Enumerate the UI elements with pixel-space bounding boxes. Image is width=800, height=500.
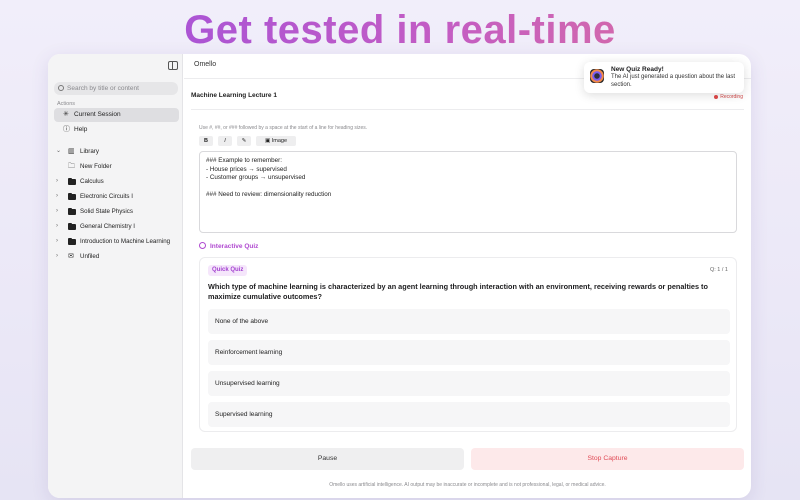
sidebar-item-label: Current Session	[74, 111, 121, 118]
sidebar-item-help[interactable]: ⓘ Help	[54, 123, 179, 137]
quiz-option[interactable]: Supervised learning	[208, 402, 730, 427]
editor-line: ### Need to review: dimensionality reduc…	[206, 191, 332, 199]
quiz-counter: Q: 1 / 1	[709, 267, 728, 273]
actions-label: Actions	[57, 101, 76, 107]
notification-title: New Quiz Ready!	[611, 66, 664, 73]
quiz-heading-label: Interactive Quiz	[210, 243, 259, 250]
highlight-button[interactable]: ✎	[237, 136, 251, 146]
quiz-option[interactable]: Unsupervised learning	[208, 371, 730, 396]
chevron-right-icon: ›	[56, 193, 58, 199]
folder-label: General Chemistry I	[80, 223, 136, 230]
marketing-headline: Get tested in real-time	[0, 8, 800, 53]
folder-icon	[68, 177, 76, 185]
recording-status: Recording	[714, 94, 743, 100]
inbox-icon: ✉	[68, 253, 74, 260]
bold-button[interactable]: B	[199, 136, 213, 146]
quiz-icon	[199, 242, 206, 249]
search-icon	[58, 85, 64, 91]
folder-label: Solid State Physics	[80, 208, 133, 215]
sidebar-toggle-icon[interactable]	[168, 61, 178, 70]
folder-icon	[68, 237, 76, 245]
sidebar-item-current-session[interactable]: ✳ Current Session	[54, 108, 179, 122]
folder-item[interactable]: › Introduction to Machine Learning	[54, 235, 179, 248]
sparkle-icon: ✳	[63, 111, 69, 118]
chevron-right-icon: ›	[56, 208, 58, 214]
help-icon: ⓘ	[63, 126, 70, 133]
sidebar: Search by title or content Actions ✳ Cur…	[48, 54, 183, 498]
document-title: Machine Learning Lecture 1	[191, 92, 277, 99]
app-logo-icon	[590, 69, 604, 83]
image-button-label: Image	[271, 138, 288, 144]
library-toggle[interactable]: ⌄ ▥ Library	[54, 145, 179, 158]
quiz-card: Quick Quiz Q: 1 / 1 Which type of machin…	[199, 257, 737, 432]
formatting-hint: Use #, ##, or ### followed by a space at…	[199, 125, 368, 131]
image-button[interactable]: ▣ Image	[256, 136, 296, 146]
notification-toast[interactable]: New Quiz Ready! The AI just generated a …	[584, 62, 744, 93]
quiz-heading: Interactive Quiz	[199, 242, 258, 250]
folder-label: Calculus	[80, 178, 104, 185]
unfiled-item[interactable]: › ✉ Unfiled	[54, 250, 179, 263]
chevron-right-icon: ›	[56, 223, 58, 229]
new-folder-icon: 🗀	[68, 163, 75, 170]
library-label: Library	[80, 148, 99, 155]
editor-line: - House prices → supervised	[206, 165, 287, 173]
folder-item[interactable]: › Calculus	[54, 175, 179, 188]
pause-button[interactable]: Pause	[191, 448, 464, 470]
chevron-right-icon: ›	[56, 253, 58, 259]
folder-label: Introduction to Machine Learning	[80, 238, 171, 245]
document-divider	[191, 109, 744, 110]
new-folder-label: New Folder	[80, 163, 112, 170]
quiz-badge: Quick Quiz	[208, 265, 248, 276]
notification-body: The AI just generated a question about t…	[611, 74, 736, 88]
unfiled-label: Unfiled	[80, 253, 100, 260]
chevron-right-icon: ›	[56, 178, 58, 184]
folder-label: Electronic Circuits I	[80, 193, 133, 200]
search-placeholder: Search by title or content	[67, 85, 139, 92]
app-window: Search by title or content Actions ✳ Cur…	[48, 54, 751, 498]
app-title: Omello	[194, 61, 217, 68]
editor-line: - Customer groups → unsupervised	[206, 174, 306, 182]
library-icon: ▥	[68, 148, 75, 155]
sidebar-item-label: Help	[74, 126, 88, 133]
italic-button[interactable]: I	[218, 136, 232, 146]
folder-icon	[68, 222, 76, 230]
note-editor[interactable]: ### Example to remember: - House prices …	[199, 151, 737, 233]
search-input[interactable]: Search by title or content	[54, 82, 178, 95]
folder-item[interactable]: › Solid State Physics	[54, 205, 179, 218]
new-folder-button[interactable]: 🗀 New Folder	[54, 160, 179, 173]
folder-item[interactable]: › Electronic Circuits I	[54, 190, 179, 203]
quiz-question: Which type of machine learning is charac…	[208, 282, 708, 301]
folder-icon	[68, 207, 76, 215]
chevron-down-icon: ⌄	[56, 148, 62, 154]
pen-icon: ✎	[241, 138, 247, 144]
quiz-option[interactable]: Reinforcement learning	[208, 340, 730, 365]
folder-icon	[68, 192, 76, 200]
editor-line: ### Example to remember:	[206, 157, 282, 164]
folder-item[interactable]: › General Chemistry I	[54, 220, 179, 233]
image-icon: ▣	[264, 138, 272, 144]
quiz-option[interactable]: None of the above	[208, 309, 730, 334]
main-panel: Omello Machine Learning Lecture 1 Record…	[184, 54, 751, 498]
ai-disclaimer: Omello uses artificial intelligence. AI …	[329, 482, 606, 488]
stop-capture-button[interactable]: Stop Capture	[471, 448, 744, 470]
chevron-right-icon: ›	[56, 238, 58, 244]
